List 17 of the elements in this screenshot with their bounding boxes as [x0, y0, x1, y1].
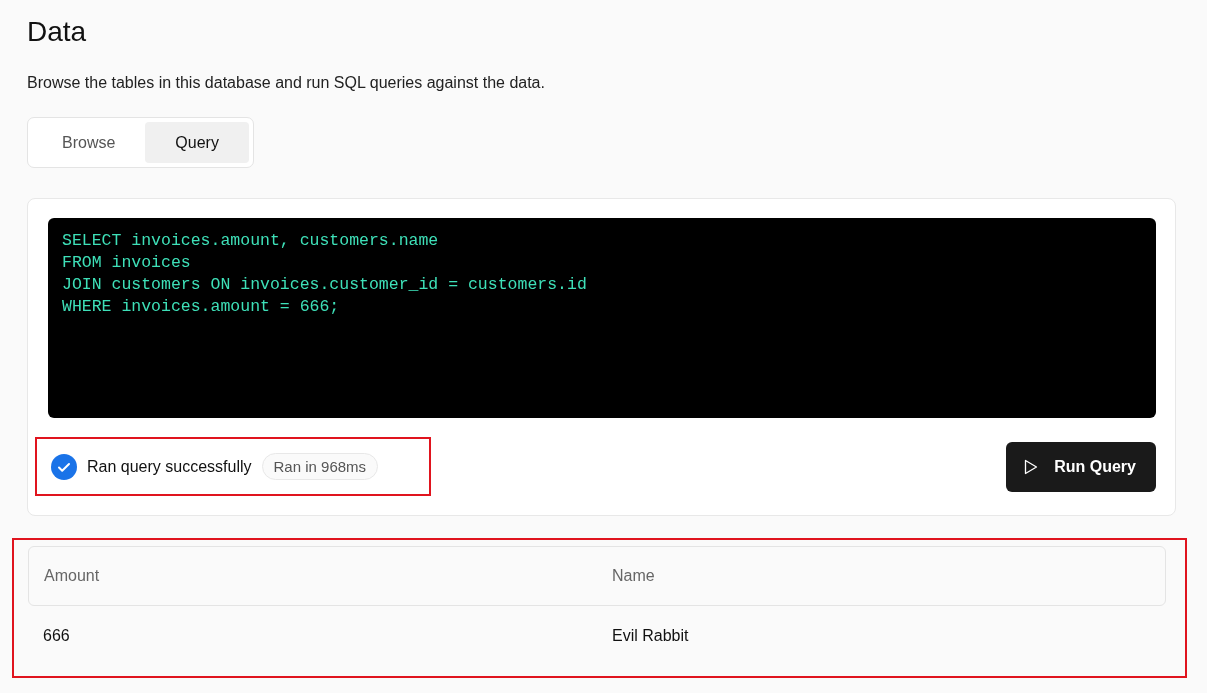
column-header: Name: [611, 567, 656, 585]
code-line: JOIN customers ON invoices.customer_id = customers.id: [62, 274, 588, 296]
table-cell-text: Evil Rabbit: [611, 627, 690, 645]
table-cell-text: 666: [42, 627, 71, 645]
page-description: Browse the tables in this database and run SQL queries against the data.: [27, 73, 546, 93]
play-icon: [1024, 458, 1039, 475]
sql-editor[interactable]: SELECT invoices.amount, customers.name FROM invoices JOIN customers ON invoices.customer_id = customers.id WHERE invoices.amount = 666;: [48, 218, 1156, 418]
code-line: WHERE invoices.amount = 666;: [62, 296, 341, 318]
status-message: Ran query successfully: [87, 457, 252, 476]
page-title: Data: [27, 15, 88, 49]
code-line: FROM invoices: [62, 252, 192, 274]
code-line: SELECT invoices.amount, customers.name: [62, 230, 440, 252]
tab[interactable]: Browse: [32, 122, 146, 163]
tab[interactable]: Query: [145, 122, 249, 163]
duration-badge: Ran in 968ms: [261, 453, 379, 480]
column-header: Amount: [43, 567, 101, 585]
run-query-button[interactable]: Run Query: [1006, 441, 1156, 492]
